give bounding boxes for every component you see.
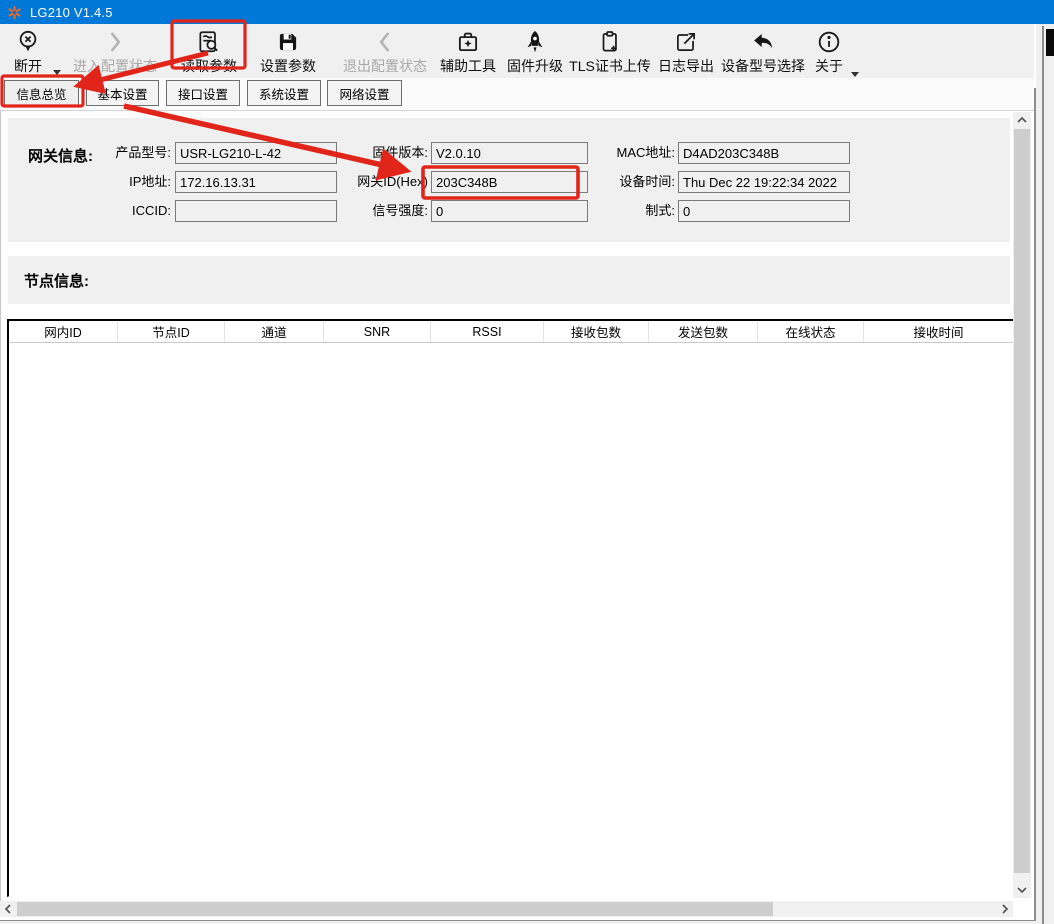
exit-config-button: 退出配置状态 <box>336 27 434 75</box>
back-arrow-icon <box>750 27 776 57</box>
device-time-label: 设备时间: <box>560 171 675 193</box>
rocket-icon <box>522 27 548 57</box>
info-icon <box>816 27 842 57</box>
toolbar-label: 固件升级 <box>507 57 563 75</box>
disconnect-dropdown-caret[interactable] <box>53 70 61 75</box>
disconnect-pin-icon <box>15 27 41 57</box>
set-params-button[interactable]: 设置参数 <box>255 27 321 75</box>
toolbar-label: 读取参数 <box>181 57 237 75</box>
enter-config-button: 进入配置状态 <box>66 27 164 75</box>
tab-basic-settings[interactable]: 基本设置 <box>86 80 159 106</box>
iccid-label: ICCID: <box>20 200 171 222</box>
toolbar-label: 断开 <box>14 57 42 75</box>
tab-label: 信息总览 <box>16 84 66 103</box>
product-model-label: 产品型号: <box>20 142 171 164</box>
scroll-down-button[interactable] <box>1013 882 1031 898</box>
toolbar: 断开 进入配置状态 读取参数 <box>0 24 1034 78</box>
scroll-up-button[interactable] <box>1013 112 1031 128</box>
tab-label: 系统设置 <box>259 84 309 103</box>
save-icon <box>275 27 301 57</box>
title-bar: LG210 V1.4.5 <box>0 0 1054 24</box>
device-time-field[interactable] <box>678 171 850 193</box>
toolbar-label: TLS证书上传 <box>569 57 651 75</box>
column-header-node-id[interactable]: 节点ID <box>118 321 225 342</box>
column-header-rx-packets[interactable]: 接收包数 <box>544 321 649 342</box>
tab-label: 接口设置 <box>178 84 228 103</box>
product-model-field[interactable] <box>175 142 337 164</box>
chevron-right-icon <box>102 27 128 57</box>
column-header-rssi[interactable]: RSSI <box>431 321 544 342</box>
about-button[interactable]: 关于 <box>815 27 843 75</box>
mac-address-label: MAC地址: <box>560 142 675 164</box>
column-header-online-status[interactable]: 在线状态 <box>758 321 864 342</box>
background-window-sliver <box>1036 24 1054 924</box>
column-header-channel[interactable]: 通道 <box>225 321 324 342</box>
chevron-left-icon <box>372 27 398 57</box>
toolbar-label: 设置参数 <box>260 57 316 75</box>
node-table-body <box>9 343 1013 897</box>
window-right-border <box>1034 88 1036 920</box>
scroll-left-button[interactable] <box>0 901 16 917</box>
network-mode-field[interactable] <box>678 200 850 222</box>
scroll-right-button[interactable] <box>997 901 1013 917</box>
ip-address-label: IP地址: <box>20 171 171 193</box>
export-icon <box>673 27 699 57</box>
network-mode-label: 制式: <box>560 200 675 222</box>
tab-overview[interactable]: 信息总览 <box>4 80 79 106</box>
tab-bar: 信息总览 基本设置 接口设置 系统设置 网络设置 <box>0 78 1034 110</box>
tab-label: 网络设置 <box>339 84 389 103</box>
iccid-field[interactable] <box>175 200 337 222</box>
column-header-snr[interactable]: SNR <box>324 321 431 342</box>
background-window-fragment <box>1046 29 1054 56</box>
column-header-tx-packets[interactable]: 发送包数 <box>649 321 758 342</box>
node-info-title: 节点信息: <box>24 270 89 291</box>
toolbar-label: 退出配置状态 <box>343 57 427 75</box>
toolbar-label: 进入配置状态 <box>73 57 157 75</box>
toolbar-label: 辅助工具 <box>440 57 496 75</box>
tab-label: 基本设置 <box>97 84 147 103</box>
firmware-upgrade-button[interactable]: 固件升级 <box>505 27 565 75</box>
toolbar-label: 日志导出 <box>658 57 714 75</box>
gateway-id-label: 网关ID(Hex) <box>330 171 428 193</box>
tab-network-settings[interactable]: 网络设置 <box>327 80 402 106</box>
firmware-version-label: 固件版本: <box>330 142 428 164</box>
tls-cert-upload-button[interactable]: TLS证书上传 <box>571 27 649 75</box>
horizontal-scrollbar-thumb[interactable] <box>17 902 773 916</box>
mac-address-field[interactable] <box>678 142 850 164</box>
about-dropdown-caret[interactable] <box>851 72 859 77</box>
signal-strength-label: 信号强度: <box>330 200 428 222</box>
node-table-header: 网内ID 节点ID 通道 SNR RSSI 接收包数 发送包数 在线状态 接收时… <box>9 321 1013 343</box>
node-info-panel <box>8 256 1010 304</box>
horizontal-scrollbar[interactable] <box>0 901 1013 917</box>
vertical-scrollbar[interactable] <box>1013 112 1031 898</box>
toolbar-label: 设备型号选择 <box>721 57 805 75</box>
node-table: 网内ID 节点ID 通道 SNR RSSI 接收包数 发送包数 在线状态 接收时… <box>7 319 1013 897</box>
disconnect-button[interactable]: 断开 <box>6 27 50 75</box>
ip-address-field[interactable] <box>175 171 337 193</box>
toolbox-icon <box>455 27 481 57</box>
vertical-scrollbar-thumb[interactable] <box>1014 129 1030 873</box>
column-header-net-id[interactable]: 网内ID <box>9 321 118 342</box>
aux-tools-button[interactable]: 辅助工具 <box>438 27 498 75</box>
tab-interface-settings[interactable]: 接口设置 <box>166 80 240 106</box>
app-logo-icon <box>7 5 22 20</box>
read-params-icon <box>196 27 222 57</box>
device-model-select-button[interactable]: 设备型号选择 <box>721 27 805 75</box>
read-params-button[interactable]: 读取参数 <box>176 27 242 75</box>
toolbar-label: 关于 <box>815 57 843 75</box>
column-header-rx-time[interactable]: 接收时间 <box>864 321 1013 342</box>
clipboard-upload-icon <box>597 27 623 57</box>
log-export-button[interactable]: 日志导出 <box>656 27 716 75</box>
window-title: LG210 V1.4.5 <box>30 5 113 20</box>
tab-system-settings[interactable]: 系统设置 <box>247 80 321 106</box>
background-window-border <box>1042 26 1044 924</box>
